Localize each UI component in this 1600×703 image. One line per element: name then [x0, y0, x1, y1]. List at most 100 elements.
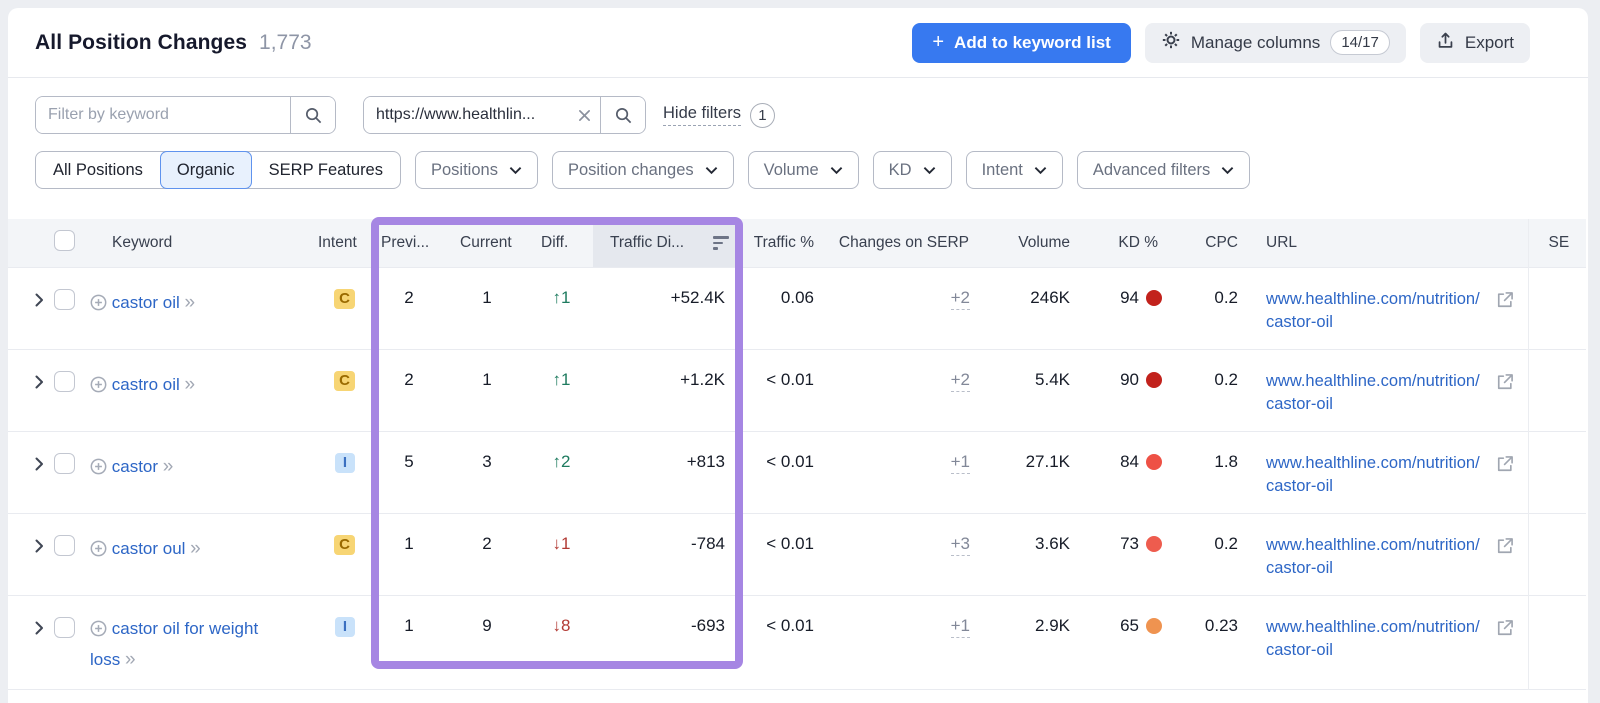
- serp-changes-link[interactable]: +3: [951, 534, 970, 556]
- keyword-filter-input[interactable]: [36, 97, 290, 133]
- gear-icon: [1161, 30, 1181, 55]
- clear-url-filter-icon[interactable]: [568, 97, 600, 133]
- keyword-link[interactable]: castor: [112, 457, 158, 476]
- page-title: All Position Changes: [35, 31, 247, 55]
- keyword-link[interactable]: castor oil for weight loss: [90, 619, 258, 669]
- open-keyword-icon[interactable]: »: [185, 374, 196, 395]
- external-link-icon[interactable]: [1495, 290, 1515, 315]
- kd-value: 90: [1120, 370, 1139, 390]
- expand-row-icon[interactable]: [35, 456, 44, 476]
- position-changes-panel: All Position Changes 1,773 + Add to keyw…: [8, 8, 1588, 703]
- add-to-keyword-list-button[interactable]: + Add to keyword list: [912, 23, 1130, 63]
- current-position: 9: [438, 595, 516, 689]
- traffic-percent: < 0.01: [741, 513, 816, 595]
- tab-serp-features[interactable]: SERP Features: [252, 151, 400, 189]
- traffic-diff: +813: [593, 431, 741, 513]
- chevron-down-icon: [1221, 166, 1234, 175]
- open-keyword-icon[interactable]: »: [185, 292, 196, 313]
- open-keyword-icon[interactable]: »: [163, 456, 174, 477]
- kd-value: 73: [1120, 534, 1139, 554]
- external-link-icon[interactable]: [1495, 454, 1515, 479]
- url-link[interactable]: www.healthline.com/nutrition/castor-oil: [1266, 452, 1486, 500]
- results-count: 1,773: [259, 31, 312, 55]
- url-filter-input[interactable]: [364, 97, 568, 133]
- external-link-icon[interactable]: [1495, 536, 1515, 561]
- chevron-down-icon: [923, 166, 936, 175]
- advanced-filters-dropdown[interactable]: Advanced filters: [1077, 151, 1250, 189]
- manage-columns-button[interactable]: Manage columns 14/17: [1145, 23, 1406, 63]
- col-header-se[interactable]: SE: [1528, 219, 1586, 267]
- col-header-url[interactable]: URL: [1242, 219, 1528, 267]
- add-keyword-icon[interactable]: [90, 293, 107, 319]
- kd-indicator: [1146, 290, 1162, 306]
- position-changes-filter-dropdown[interactable]: Position changes: [552, 151, 734, 189]
- add-keyword-icon[interactable]: [90, 375, 107, 401]
- col-header-diff[interactable]: Diff.: [516, 219, 593, 267]
- col-header-intent[interactable]: Intent: [316, 219, 360, 267]
- table-row: castor oil for weight loss » I 1 9 ↓8 -6…: [8, 595, 1586, 689]
- intent-filter-dropdown[interactable]: Intent: [966, 151, 1063, 189]
- table-row: castor » I 5 3 ↑2 +813 < 0.01 +1 27.1K 8…: [8, 431, 1586, 513]
- add-keyword-icon[interactable]: [90, 619, 107, 645]
- keywords-table: Keyword Intent Previ... Current Diff. Tr…: [8, 219, 1588, 690]
- serp-changes-link[interactable]: +1: [951, 616, 970, 638]
- open-keyword-icon[interactable]: »: [190, 538, 201, 559]
- tab-all-positions[interactable]: All Positions: [36, 151, 160, 189]
- position-diff: ↓8: [553, 616, 571, 635]
- export-button[interactable]: Export: [1420, 23, 1530, 63]
- keyword-search-button[interactable]: [290, 97, 335, 133]
- serp-changes-link[interactable]: +1: [951, 452, 970, 474]
- col-header-serp-changes[interactable]: Changes on SERP: [816, 219, 973, 267]
- external-link-icon[interactable]: [1495, 618, 1515, 643]
- url-link[interactable]: www.healthline.com/nutrition/castor-oil: [1266, 370, 1486, 418]
- row-checkbox[interactable]: [54, 289, 75, 310]
- tab-organic[interactable]: Organic: [160, 151, 252, 189]
- volume: 3.6K: [973, 513, 1073, 595]
- col-header-kd[interactable]: KD %: [1073, 219, 1166, 267]
- positions-filter-dropdown[interactable]: Positions: [415, 151, 538, 189]
- cpc: 0.23: [1166, 595, 1242, 689]
- col-header-previous[interactable]: Previ...: [360, 219, 438, 267]
- url-link[interactable]: www.healthline.com/nutrition/castor-oil: [1266, 534, 1486, 582]
- expand-row-icon[interactable]: [35, 292, 44, 312]
- row-checkbox[interactable]: [54, 617, 75, 638]
- row-checkbox[interactable]: [54, 535, 75, 556]
- serp-changes-link[interactable]: +2: [951, 370, 970, 392]
- url-search-button[interactable]: [600, 97, 645, 133]
- intent-badge: C: [334, 371, 355, 391]
- row-checkbox[interactable]: [54, 453, 75, 474]
- chevron-down-icon: [705, 166, 718, 175]
- traffic-diff: -784: [593, 513, 741, 595]
- serp-changes-link[interactable]: +2: [951, 288, 970, 310]
- external-link-icon[interactable]: [1495, 372, 1515, 397]
- traffic-percent: < 0.01: [741, 431, 816, 513]
- kd-value: 94: [1120, 288, 1139, 308]
- volume-filter-dropdown[interactable]: Volume: [748, 151, 859, 189]
- col-header-volume[interactable]: Volume: [973, 219, 1073, 267]
- add-keyword-icon[interactable]: [90, 539, 107, 565]
- row-checkbox[interactable]: [54, 371, 75, 392]
- col-header-traffic-diff[interactable]: Traffic Di...: [593, 219, 741, 267]
- keyword-link[interactable]: castro oil: [112, 375, 180, 394]
- add-keyword-icon[interactable]: [90, 457, 107, 483]
- keyword-link[interactable]: castor oil: [112, 293, 180, 312]
- col-header-cpc[interactable]: CPC: [1166, 219, 1242, 267]
- expand-row-icon[interactable]: [35, 620, 44, 640]
- table-row: castor oil » C 2 1 ↑1 +52.4K 0.06 +2 246…: [8, 267, 1586, 349]
- select-all-checkbox[interactable]: [54, 230, 75, 251]
- col-header-current[interactable]: Current: [438, 219, 516, 267]
- col-header-keyword[interactable]: Keyword: [86, 219, 316, 267]
- url-link[interactable]: www.healthline.com/nutrition/castor-oil: [1266, 616, 1486, 664]
- open-keyword-icon[interactable]: »: [125, 649, 136, 670]
- current-position: 1: [438, 349, 516, 431]
- expand-row-icon[interactable]: [35, 538, 44, 558]
- col-header-traffic-pct[interactable]: Traffic %: [741, 219, 816, 267]
- kd-filter-dropdown[interactable]: KD: [873, 151, 952, 189]
- keyword-link[interactable]: castor oul: [112, 539, 186, 558]
- hide-filters-link[interactable]: Hide filters 1: [663, 103, 775, 128]
- expand-row-icon[interactable]: [35, 374, 44, 394]
- current-position: 3: [438, 431, 516, 513]
- table-row: castor oul » C 1 2 ↓1 -784 < 0.01 +3 3.6…: [8, 513, 1586, 595]
- previous-position: 1: [360, 513, 438, 595]
- url-link[interactable]: www.healthline.com/nutrition/castor-oil: [1266, 288, 1486, 336]
